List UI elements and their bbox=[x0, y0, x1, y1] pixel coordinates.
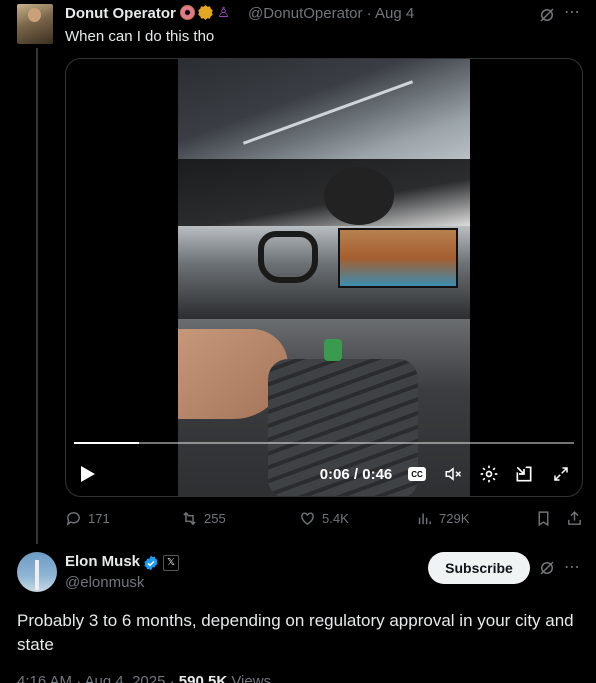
quoted-tweet-text: When can I do this tho bbox=[65, 28, 215, 45]
video-time: 0:06 / 0:46 bbox=[319, 465, 393, 483]
elon-musk-avatar[interactable] bbox=[17, 552, 57, 592]
quoted-author-name[interactable]: Donut Operator bbox=[65, 5, 176, 22]
repost-icon bbox=[183, 511, 196, 526]
donut-emoji-icon bbox=[180, 5, 195, 20]
video-progress-bar[interactable] bbox=[74, 442, 574, 444]
more-options-icon[interactable]: ⋯ bbox=[564, 2, 581, 22]
thread-line bbox=[36, 48, 38, 544]
bookmark-icon bbox=[538, 511, 549, 527]
verified-checkmark-icon[interactable] bbox=[143, 555, 159, 571]
gold-verified-badge-icon[interactable] bbox=[198, 5, 213, 20]
video-progress-fill bbox=[74, 442, 139, 444]
reply-views-label: Views bbox=[231, 673, 272, 683]
video-player[interactable]: 0:06 / 0:46 CC bbox=[65, 58, 583, 497]
person-emoji-icon: ♙ bbox=[217, 4, 230, 20]
reply-text: Probably 3 to 6 months, depending on reg… bbox=[17, 611, 574, 654]
video-panel-middle bbox=[178, 226, 470, 319]
share-button[interactable] bbox=[566, 510, 583, 527]
reply-button[interactable]: 171 bbox=[65, 510, 110, 527]
view-count: 729K bbox=[439, 511, 470, 526]
captions-icon[interactable]: CC bbox=[408, 467, 426, 481]
donut-operator-avatar[interactable] bbox=[17, 4, 53, 44]
grok-icon[interactable] bbox=[538, 6, 556, 24]
like-button[interactable]: 5.4K bbox=[299, 510, 349, 527]
video-panel-top bbox=[178, 59, 470, 226]
repost-button[interactable]: 255 bbox=[181, 510, 226, 527]
video-frame[interactable] bbox=[178, 59, 470, 496]
muted-speaker-icon[interactable] bbox=[441, 462, 465, 486]
share-icon bbox=[568, 511, 581, 525]
quoted-date[interactable]: Aug 4 bbox=[375, 5, 414, 22]
grok-icon[interactable] bbox=[538, 559, 556, 577]
quoted-handle-and-date[interactable]: @DonutOperator · Aug 4 bbox=[248, 5, 414, 22]
reply-handle[interactable]: @elonmusk bbox=[65, 574, 144, 591]
separator-dot: · bbox=[366, 5, 372, 22]
heart-icon bbox=[301, 512, 314, 526]
play-icon[interactable] bbox=[78, 462, 98, 486]
reply-view-count: 590.5K bbox=[178, 673, 228, 683]
reply-timestamp[interactable]: 4:16 AM · Aug 4, 2025 · bbox=[17, 673, 175, 683]
subscribe-button[interactable]: Subscribe bbox=[428, 552, 530, 584]
views-button[interactable]: 729K bbox=[416, 510, 469, 527]
x-affiliation-badge-icon[interactable]: 𝕏 bbox=[163, 555, 179, 571]
reply-timestamp-views: 4:16 AM · Aug 4, 2025 · 590.5K Views bbox=[17, 673, 271, 683]
more-options-icon[interactable]: ⋯ bbox=[564, 557, 581, 577]
reply-bubble-icon bbox=[66, 512, 80, 526]
picture-in-picture-icon[interactable] bbox=[513, 462, 535, 486]
reply-author-name[interactable]: Elon Musk bbox=[65, 553, 140, 570]
reply-count: 171 bbox=[88, 511, 110, 526]
settings-gear-icon[interactable] bbox=[478, 462, 500, 486]
repost-count: 255 bbox=[204, 511, 226, 526]
fullscreen-icon[interactable] bbox=[550, 462, 572, 486]
quoted-handle[interactable]: @DonutOperator bbox=[248, 5, 362, 22]
views-bar-chart-icon bbox=[418, 513, 431, 525]
author-badges: ♙ bbox=[180, 5, 231, 20]
bookmark-button[interactable] bbox=[535, 510, 552, 527]
like-count: 5.4K bbox=[322, 511, 349, 526]
